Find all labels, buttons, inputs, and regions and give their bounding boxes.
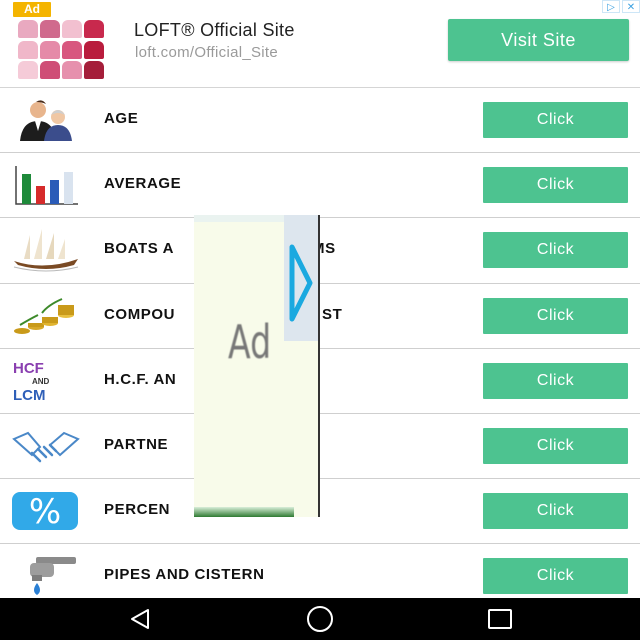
overlay-bottom-bar [194, 507, 294, 517]
android-navbar [0, 598, 640, 640]
percent-icon: % [12, 488, 80, 534]
tap-icon [12, 553, 80, 599]
click-button[interactable]: Click [483, 558, 628, 595]
row-label-compound: COMPOU ST [104, 305, 343, 323]
click-button[interactable]: Click [483, 362, 628, 399]
row-label-hcf: H.C.F. AN [104, 370, 177, 388]
ad-url[interactable]: loft.com/Official_Site [135, 44, 278, 61]
play-icon[interactable] [286, 229, 314, 335]
list-item[interactable]: COMPOU ST Click [0, 283, 640, 349]
svg-text:%: % [29, 492, 61, 532]
floating-ad[interactable]: Ad [194, 215, 320, 517]
adchoices-icon[interactable]: ▷ [602, 0, 620, 13]
row-label-boats: BOATS A MS [104, 240, 336, 258]
row-label-age: AGE [104, 110, 139, 127]
people-icon [12, 97, 80, 143]
topic-list: AGE Click AVERAGE Click BOATS A MS Click… [0, 88, 640, 610]
row-label-percentage: PERCEN [104, 501, 171, 519]
list-item[interactable]: HCF AND LCM H.C.F. AN Click [0, 348, 640, 414]
handshake-icon [12, 423, 80, 469]
svg-text:HCF: HCF [13, 360, 44, 377]
hcf-lcm-icon: HCF AND LCM [12, 358, 80, 404]
recents-icon[interactable] [460, 598, 540, 640]
ad-title[interactable]: LOFT® Official Site [134, 20, 295, 41]
click-button[interactable]: Click [483, 102, 628, 138]
back-icon[interactable] [100, 598, 180, 640]
list-item[interactable]: BOATS A MS Click [0, 218, 640, 284]
click-button[interactable]: Click [483, 232, 628, 269]
click-button[interactable]: Click [483, 297, 628, 334]
list-item[interactable]: AGE Click [0, 88, 640, 154]
list-item[interactable]: % PERCEN Click [0, 479, 640, 545]
ad-thumbnail[interactable] [18, 20, 118, 80]
home-icon[interactable] [280, 598, 360, 640]
row-label-partnership: PARTNE [104, 435, 169, 453]
adchoices[interactable]: ▷ ✕ [602, 0, 640, 13]
visit-site-button[interactable]: Visit Site [448, 19, 629, 61]
click-button[interactable]: Click [483, 167, 628, 204]
bar-chart-icon [12, 162, 80, 208]
coins-icon [12, 293, 80, 339]
row-label-average: AVERAGE [104, 175, 182, 193]
ad-banner[interactable]: Ad LOFT® Official Site loft.com/Official… [0, 0, 640, 88]
boat-icon [12, 227, 80, 273]
close-icon[interactable]: ✕ [622, 0, 640, 13]
svg-text:AND: AND [32, 377, 50, 386]
click-button[interactable]: Click [483, 493, 628, 530]
click-button[interactable]: Click [483, 427, 628, 464]
ad-tag: Ad [13, 2, 51, 17]
list-item[interactable]: PARTNE Click [0, 413, 640, 480]
svg-text:LCM: LCM [13, 387, 46, 404]
list-item[interactable]: AVERAGE Click [0, 153, 640, 219]
overlay-ad-text: Ad [228, 315, 272, 369]
